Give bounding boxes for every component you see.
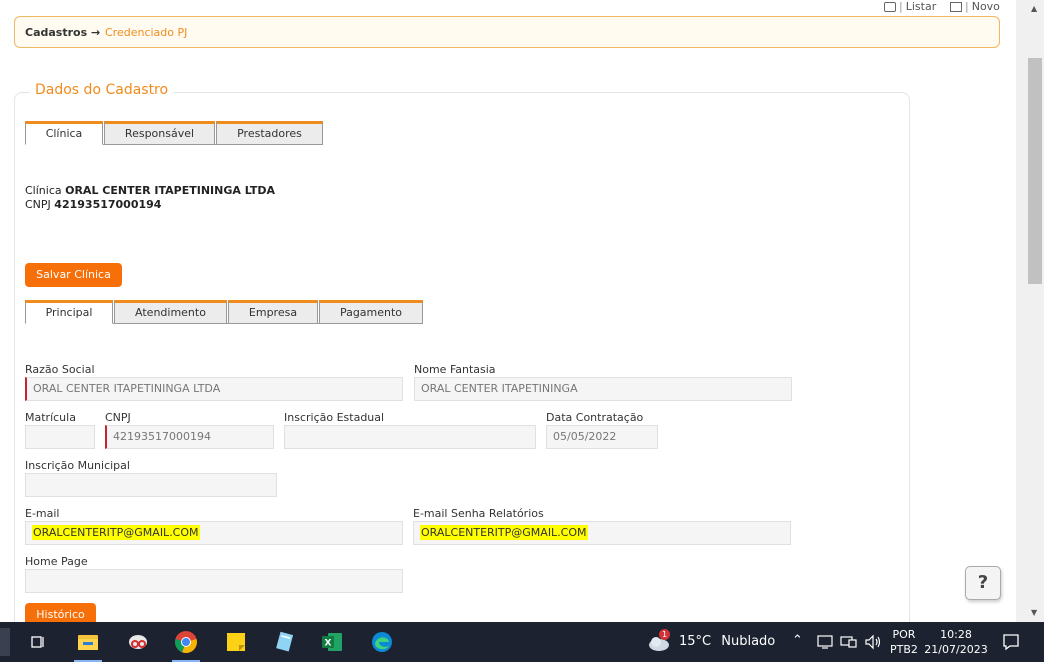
task-view-icon[interactable] <box>18 622 58 662</box>
breadcrumb-section[interactable]: Cadastros → <box>25 26 100 39</box>
taskbar: X 1 15°C Nublado ⌃ POR PTB2 10:28 21/07/… <box>0 622 1044 662</box>
language-indicator[interactable]: POR PTB2 <box>890 627 918 657</box>
list-link-label: Listar <box>905 0 937 13</box>
start-edge[interactable] <box>0 628 10 656</box>
excel-icon[interactable]: X <box>312 622 352 662</box>
help-button[interactable]: ? <box>965 566 1001 600</box>
weather-desc: Nublado <box>721 634 776 649</box>
clinic-info-line: Clínica ORAL CENTER ITAPETININGA LTDA <box>25 184 275 197</box>
breadcrumb: Cadastros → Credenciado PJ <box>14 16 1000 48</box>
email-relatorios-input[interactable]: ORALCENTERITP@GMAIL.COM <box>413 521 791 545</box>
scroll-up-icon[interactable]: ▲ <box>1031 4 1037 13</box>
sticky-notes-icon[interactable] <box>216 622 256 662</box>
clock[interactable]: 10:28 21/07/2023 <box>924 627 988 657</box>
language-top: POR <box>892 628 916 641</box>
razao-social-label: Razão Social <box>25 363 95 376</box>
home-page-input[interactable] <box>25 569 403 593</box>
edge-icon[interactable] <box>362 622 402 662</box>
weather-widget[interactable]: 15°C Nublado <box>679 634 775 649</box>
cnpj-value: 42193517000194 <box>54 198 162 211</box>
home-page-label: Home Page <box>25 555 88 568</box>
new-link-label: Novo <box>971 0 1000 13</box>
snipping-tool-icon[interactable] <box>118 622 158 662</box>
nome-fantasia-label: Nome Fantasia <box>414 363 496 376</box>
notepad-icon[interactable] <box>264 622 304 662</box>
list-link[interactable]: | Listar <box>884 0 936 13</box>
clock-time: 10:28 <box>940 628 972 641</box>
inscricao-municipal-input[interactable] <box>25 473 277 497</box>
tab-responsavel[interactable]: Responsável <box>104 121 215 145</box>
email-label: E-mail <box>25 507 60 520</box>
display-icon[interactable] <box>840 634 858 653</box>
cnpj-info-line: CNPJ 42193517000194 <box>25 198 161 211</box>
matricula-label: Matrícula <box>25 411 76 424</box>
cnpj-input[interactable]: 42193517000194 <box>105 425 274 449</box>
notifications-icon[interactable] <box>1002 633 1020 654</box>
weather-temp: 15°C <box>679 634 712 649</box>
email-input[interactable]: ORALCENTERITP@GMAIL.COM <box>25 521 403 545</box>
clinic-label: Clínica <box>25 184 62 197</box>
clinic-name: ORAL CENTER ITAPETININGA LTDA <box>65 184 276 197</box>
inscricao-estadual-input[interactable] <box>284 425 536 449</box>
new-link[interactable]: | Novo <box>950 0 1000 13</box>
clock-date: 21/07/2023 <box>924 643 988 656</box>
matricula-input[interactable] <box>25 425 95 449</box>
weather-badge: 1 <box>659 629 670 640</box>
svg-text:X: X <box>325 639 332 649</box>
nome-fantasia-input[interactable]: ORAL CENTER ITAPETININGA <box>414 377 792 401</box>
tab-principal[interactable]: Principal <box>25 300 113 324</box>
email-value: ORALCENTERITP@GMAIL.COM <box>32 525 200 540</box>
tab-atendimento[interactable]: Atendimento <box>114 300 227 324</box>
breadcrumb-current: Credenciado PJ <box>105 26 188 39</box>
scrollbar-thumb[interactable] <box>1028 58 1042 284</box>
tab-pagamento[interactable]: Pagamento <box>319 300 423 324</box>
volume-icon[interactable] <box>864 634 882 653</box>
history-button[interactable]: Histórico <box>25 603 96 622</box>
new-record-icon <box>950 1 962 12</box>
razao-social-input[interactable]: ORAL CENTER ITAPETININGA LTDA <box>25 377 403 401</box>
tab-prestadores[interactable]: Prestadores <box>216 121 323 145</box>
chevron-up-icon[interactable]: ⌃ <box>792 633 803 648</box>
inscricao-estadual-label: Inscrição Estadual <box>284 411 385 424</box>
data-contratacao-label: Data Contratação <box>546 411 644 424</box>
search-list-icon <box>884 1 896 12</box>
cnpj-label: CNPJ <box>25 198 51 211</box>
network-device-icon[interactable] <box>816 634 834 653</box>
save-clinic-button[interactable]: Salvar Clínica <box>25 263 122 287</box>
language-bottom: PTB2 <box>890 643 918 656</box>
panel-legend: Dados do Cadastro <box>30 82 174 98</box>
tab-clinica[interactable]: Clínica <box>25 121 103 145</box>
scroll-down-icon[interactable]: ▼ <box>1031 608 1037 617</box>
chrome-icon[interactable] <box>166 622 206 662</box>
file-explorer-icon[interactable] <box>68 622 108 662</box>
email-relatorios-value: ORALCENTERITP@GMAIL.COM <box>420 525 588 540</box>
cnpj-field-label: CNPJ <box>105 411 131 424</box>
weather-icon[interactable]: 1 <box>646 629 672 652</box>
registration-panel <box>14 92 910 632</box>
email-relatorios-label: E-mail Senha Relatórios <box>413 507 544 520</box>
tab-empresa[interactable]: Empresa <box>228 300 318 324</box>
inscricao-municipal-label: Inscrição Municipal <box>25 459 130 472</box>
data-contratacao-input[interactable]: 05/05/2022 <box>546 425 658 449</box>
